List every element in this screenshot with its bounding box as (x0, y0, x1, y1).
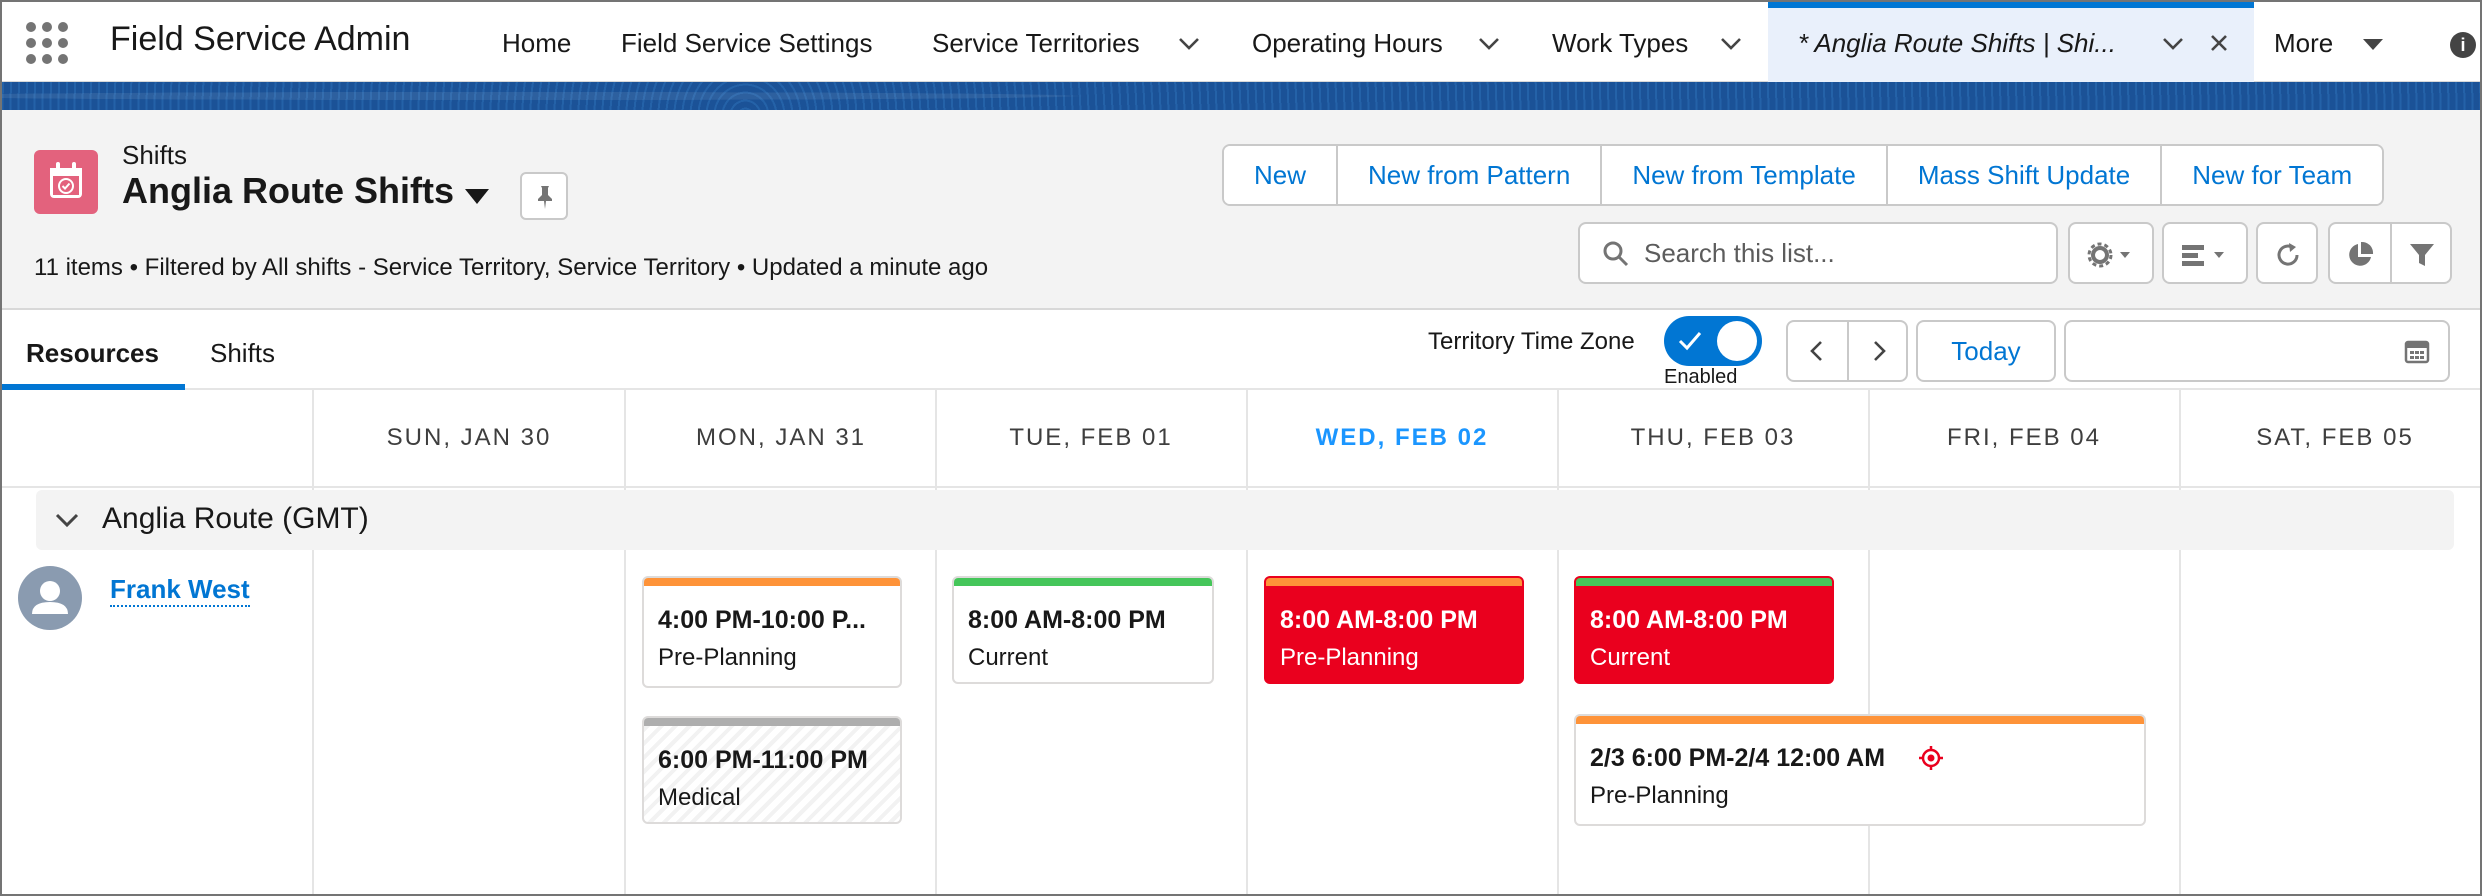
chart-filter-group (2328, 222, 2452, 284)
resource-name-link[interactable]: Frank West (110, 574, 250, 607)
new-for-team-button[interactable]: New for Team (2160, 146, 2383, 204)
nav-item-work-types[interactable]: Work Types (1552, 28, 1688, 59)
nav-item-home[interactable]: Home (502, 28, 571, 59)
shift-status: Pre-Planning (1590, 782, 1729, 809)
app-name: Field Service Admin (110, 20, 411, 58)
calendar-icon[interactable] (2404, 338, 2430, 364)
object-type-label: Shifts (122, 140, 188, 170)
close-icon[interactable] (2204, 28, 2234, 58)
new-button[interactable]: New (1224, 146, 1337, 204)
chevron-down-icon[interactable] (2158, 28, 2188, 58)
list-view-title: Anglia Route Shifts (122, 170, 454, 211)
list-view-picker-caret-icon[interactable] (462, 184, 492, 208)
date-nav-buttons (1786, 320, 1908, 382)
chevron-left-icon[interactable] (1806, 339, 1830, 363)
chevron-right-icon[interactable] (1866, 339, 1890, 363)
resource-calendar: SUN, JAN 30 MON, JAN 31 TUE, FEB 01 WED,… (2, 390, 2480, 894)
shift-status: Medical (658, 784, 741, 811)
tab-label: * Anglia Route Shifts | Shi... (1798, 28, 2116, 58)
calendar-icon (34, 150, 98, 214)
table-display-icon (2182, 245, 2224, 266)
today-button[interactable]: Today (1916, 320, 2056, 382)
chevron-down-icon[interactable] (1474, 28, 1504, 58)
shift-time: 8:00 AM-8:00 PM (968, 606, 1166, 634)
shift-time: 4:00 PM-10:00 P... (658, 606, 866, 634)
shift-card[interactable]: 6:00 PM-11:00 PM Medical (642, 716, 902, 824)
refresh-button[interactable] (2256, 222, 2318, 284)
new-from-pattern-button[interactable]: New from Pattern (1336, 146, 1601, 204)
global-nav: Field Service Admin Home Field Service S… (2, 2, 2480, 82)
pin-icon (538, 186, 552, 209)
shift-card[interactable]: 8:00 AM-8:00 PM Current (952, 576, 1214, 684)
pin-list-button[interactable] (520, 172, 568, 220)
shift-status: Current (1590, 644, 1671, 671)
pie-chart-icon[interactable] (2346, 241, 2374, 269)
app-frame: Field Service Admin Home Field Service S… (0, 0, 2482, 896)
territory-group-label: Anglia Route (GMT) (102, 502, 369, 535)
search-box (1578, 222, 2058, 284)
filter-icon[interactable] (2408, 241, 2436, 269)
view-tabs-bar: Resources Shifts Territory Time Zone Ena… (2, 310, 2480, 390)
user-icon (32, 581, 68, 614)
day-header: SAT, FEB 05 (2256, 424, 2414, 451)
day-header-today: WED, FEB 02 (1315, 424, 1489, 451)
day-header: MON, JAN 31 (695, 424, 867, 451)
nav-item-field-service-settings[interactable]: Field Service Settings (621, 28, 872, 59)
shift-card[interactable]: 8:00 AM-8:00 PM Pre-Planning (1264, 576, 1524, 684)
shift-time: 8:00 AM-8:00 PM (1590, 606, 1788, 634)
shift-card[interactable]: 4:00 PM-10:00 P... Pre-Planning (642, 576, 902, 688)
display-as-button[interactable] (2162, 222, 2248, 284)
crosshair-icon (1919, 746, 1943, 770)
brand-band (2, 82, 2480, 110)
day-header: THU, FEB 03 (1630, 424, 1796, 451)
chevron-down-icon[interactable] (54, 510, 80, 530)
shift-time: 2/3 6:00 PM-2/4 12:00 AM (1590, 744, 1886, 772)
info-icon[interactable]: i (2450, 32, 2476, 58)
nav-item-more[interactable]: More (2274, 28, 2333, 59)
chevron-down-icon[interactable] (1174, 28, 1204, 58)
shift-status: Current (968, 644, 1049, 671)
shift-status: Pre-Planning (1280, 644, 1419, 671)
day-header: FRI, FEB 04 (1946, 424, 2102, 451)
refresh-icon (2277, 243, 2299, 266)
shift-status: Pre-Planning (658, 644, 797, 671)
list-actions: New New from Pattern New from Template M… (1222, 144, 2385, 206)
mass-shift-update-button[interactable]: Mass Shift Update (1885, 146, 2161, 204)
day-header: SUN, JAN 30 (386, 424, 552, 451)
tab-anglia-route-shifts[interactable]: * Anglia Route Shifts | Shi... (1768, 2, 2254, 82)
app-launcher-icon[interactable] (26, 22, 68, 64)
avatar (18, 566, 82, 630)
caret-down-icon[interactable] (2358, 28, 2388, 58)
territory-time-zone-toggle[interactable] (1664, 316, 1762, 366)
nav-item-service-territories[interactable]: Service Territories (932, 28, 1140, 59)
new-from-template-button[interactable]: New from Template (1600, 146, 1886, 204)
search-icon (1603, 241, 1629, 267)
date-picker-input[interactable] (2064, 320, 2450, 382)
territory-time-zone-label: Territory Time Zone (1428, 328, 1635, 355)
shift-time: 6:00 PM-11:00 PM (658, 746, 868, 774)
toggle-state-label: Enabled (1664, 366, 1738, 388)
shift-card[interactable]: 2/3 6:00 PM-2/4 12:00 AM Pre-Planning (1574, 714, 2146, 826)
chevron-down-icon[interactable] (1716, 28, 1746, 58)
check-icon (1678, 332, 1702, 351)
nav-item-operating-hours[interactable]: Operating Hours (1252, 28, 1443, 59)
list-header: Shifts Anglia Route Shifts 11 items • Fi… (2, 110, 2480, 310)
tab-resources[interactable]: Resources (26, 338, 159, 369)
shift-time: 8:00 AM-8:00 PM (1280, 606, 1478, 634)
tab-shifts[interactable]: Shifts (210, 338, 275, 369)
list-subinfo: 11 items • Filtered by All shifts - Serv… (34, 254, 989, 281)
territory-group-row[interactable]: Anglia Route (GMT) (36, 490, 2454, 550)
shift-card[interactable]: 8:00 AM-8:00 PM Current (1574, 576, 1834, 684)
list-settings-button[interactable] (2068, 222, 2154, 284)
search-input[interactable] (1644, 234, 2044, 272)
gear-icon (2087, 242, 2130, 268)
day-header: TUE, FEB 01 (1009, 424, 1173, 451)
